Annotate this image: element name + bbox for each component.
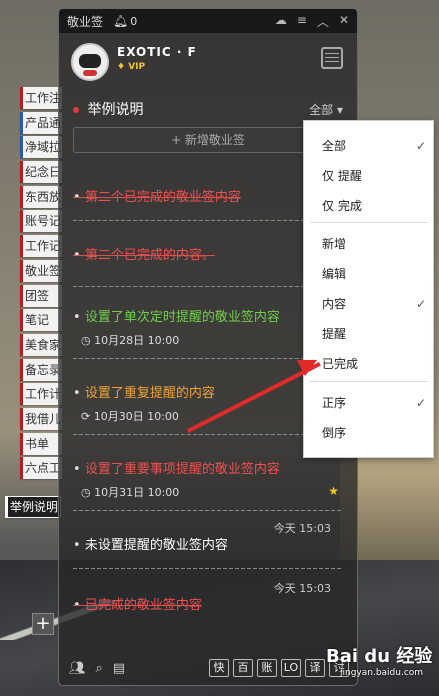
window-title: 敬业签 xyxy=(67,14,104,29)
cloud-sync-icon[interactable]: ☁ xyxy=(275,13,287,30)
side-tab-15[interactable]: 六点工 xyxy=(20,457,62,480)
calendar-icon[interactable] xyxy=(321,47,343,69)
add-tab-button[interactable]: + xyxy=(32,613,54,635)
tool-quick-button[interactable]: 快 xyxy=(209,659,229,677)
window-controls: ☁ ≡ ︿ ✕ xyxy=(275,13,349,30)
side-tab-11[interactable]: 备忘录 xyxy=(20,358,62,381)
tool-account-button[interactable]: 账 xyxy=(257,659,277,677)
note-time: 今天 15:03 xyxy=(273,582,331,595)
menu-item-reminder-only[interactable]: 仅 提醒 xyxy=(322,166,422,186)
side-tab-7[interactable]: 敬业签 xyxy=(20,259,62,282)
vip-label: VIP xyxy=(128,62,146,72)
menu-item-label: 全部 xyxy=(322,139,347,153)
note-text: 设置了单次定时提醒的敬业签内容 xyxy=(73,306,280,325)
bottom-icons: 👥︎ ⌕ ▤ xyxy=(69,661,125,676)
side-tab-list: 工作注 产品通 净域拉 纪念日 东西放 账号记 工作记 敬业签 团签 笔记 美食… xyxy=(20,87,62,482)
menu-item-completed[interactable]: 已完成 xyxy=(322,354,422,374)
collapse-icon[interactable]: ︿ xyxy=(317,13,329,30)
tool-translate-button[interactable]: 译 xyxy=(305,659,325,677)
tool-baidu-button[interactable]: 百 xyxy=(233,659,253,677)
side-tab-2[interactable]: 净域拉 xyxy=(20,136,62,159)
note-reminder: ◷ 10月31日 10:00 xyxy=(81,486,180,499)
reminder-time: 10月31日 10:00 xyxy=(94,486,180,499)
note-text: 设置了重复提醒的内容 xyxy=(73,382,215,401)
user-icon[interactable]: 👥︎ xyxy=(69,661,86,676)
menu-item-all[interactable]: 全部 ✓ xyxy=(322,136,426,156)
note-text: 已完成的敬业签内容 xyxy=(73,594,202,613)
side-tab-4[interactable]: 东西放 xyxy=(20,185,62,208)
notification-count: 0 xyxy=(130,14,138,28)
note-text: 设置了重要事项提醒的敬业签内容 xyxy=(73,458,280,477)
filter-menu: 全部 ✓ 仅 提醒 仅 完成 新增 编辑 内容 ✓ 提醒 已完成 正序 ✓ 倒序 xyxy=(303,120,434,458)
tool-lo-button[interactable]: LO xyxy=(281,659,301,677)
check-icon: ✓ xyxy=(415,297,426,311)
reminder-time: 10月30日 10:00 xyxy=(93,410,179,423)
vip-badge: ♦ VIP xyxy=(117,62,146,72)
menu-item-label: 编辑 xyxy=(322,267,347,281)
check-icon: ✓ xyxy=(415,139,426,153)
side-tab-active[interactable]: 举例说明 xyxy=(5,496,61,518)
user-bar: EXOTIC · F ♦ VIP xyxy=(59,33,357,97)
side-tab-5[interactable]: 账号记 xyxy=(20,210,62,233)
check-icon: ✓ xyxy=(415,396,426,410)
menu-item-label: 内容 xyxy=(322,297,347,311)
side-tab-14[interactable]: 书单 xyxy=(20,432,62,455)
menu-item-done-only[interactable]: 仅 完成 xyxy=(322,196,422,216)
menu-item-label: 仅 提醒 xyxy=(322,169,362,183)
menu-item-label: 新增 xyxy=(322,237,347,251)
reminder-time: 10月28日 10:00 xyxy=(94,334,180,347)
close-icon[interactable]: ✕ xyxy=(339,13,349,30)
section-title: 举例说明 xyxy=(87,102,144,118)
menu-item-label: 正序 xyxy=(322,396,347,410)
side-tab-8[interactable]: 团签 xyxy=(20,284,62,307)
side-tab-3[interactable]: 纪念日 xyxy=(20,161,62,184)
menu-item-content[interactable]: 内容 ✓ xyxy=(322,294,426,314)
side-tab-12[interactable]: 工作计 xyxy=(20,383,62,406)
search-icon[interactable]: ⌕ xyxy=(96,661,103,676)
menu-item-label: 提醒 xyxy=(322,327,347,341)
side-tab-6[interactable]: 工作记 xyxy=(20,235,62,258)
menu-divider xyxy=(310,222,429,223)
note-reminder: ⟳ 10月30日 10:00 xyxy=(81,410,179,423)
notes-icon[interactable]: ▤ xyxy=(113,661,125,676)
menu-item-label: 仅 完成 xyxy=(322,199,362,213)
note-text: 未设置提醒的敬业签内容 xyxy=(73,534,228,553)
note-divider xyxy=(73,510,343,511)
bell-icon[interactable]: 🔔︎ xyxy=(113,14,128,28)
note-divider xyxy=(73,568,343,569)
menu-item-label: 已完成 xyxy=(322,357,359,371)
side-tab-13[interactable]: 我借儿 xyxy=(20,407,62,430)
side-tab-0[interactable]: 工作注 xyxy=(20,87,62,109)
side-tab-10[interactable]: 美食家 xyxy=(20,333,62,356)
note-time: 今天 15:03 xyxy=(273,522,331,535)
menu-divider xyxy=(310,381,429,382)
menu-item-reminder[interactable]: 提醒 xyxy=(322,324,422,344)
side-tab-9[interactable]: 笔记 xyxy=(20,309,62,332)
note-text: 第二个已完成的敬业签内容 xyxy=(73,186,241,205)
watermark-url: jingyan.baidu.com xyxy=(340,668,424,678)
note-text: 第二个已完成的内容。 xyxy=(73,244,215,263)
side-tab-1[interactable]: 产品通 xyxy=(20,111,62,134)
menu-item-label: 倒序 xyxy=(322,426,347,440)
title-bar: 敬业签 🔔︎ 0 ☁ ≡ ︿ ✕ xyxy=(59,9,357,33)
note-reminder: ◷ 10月28日 10:00 xyxy=(81,334,180,347)
watermark-logo: Bai du 经验 xyxy=(326,646,433,667)
menu-item-descending[interactable]: 倒序 xyxy=(322,423,422,443)
section-dot-icon xyxy=(73,107,79,113)
bottom-toolbar: 👥︎ ⌕ ▤ 快 百 账 LO 译 讨 xyxy=(59,651,357,685)
menu-icon[interactable]: ≡ xyxy=(297,13,307,30)
avatar[interactable] xyxy=(71,43,109,81)
user-name: EXOTIC · F xyxy=(117,45,197,59)
menu-item-new[interactable]: 新增 xyxy=(322,234,422,254)
menu-item-edit[interactable]: 编辑 xyxy=(322,264,422,284)
star-icon[interactable]: ★ xyxy=(328,484,339,498)
menu-item-ascending[interactable]: 正序 ✓ xyxy=(322,393,426,413)
